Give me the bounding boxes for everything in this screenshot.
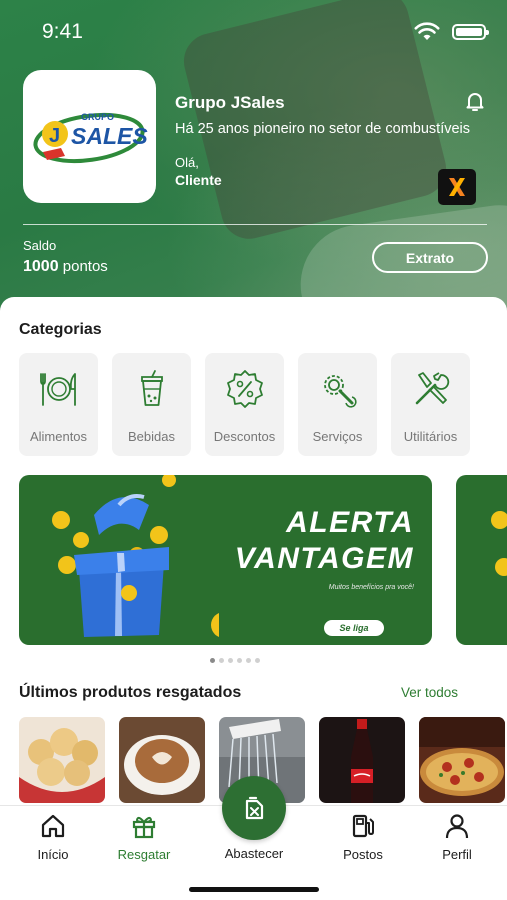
product-card[interactable] (319, 717, 405, 803)
company-logo: J GRUPO SALES (23, 70, 156, 203)
statement-button[interactable]: Extrato (372, 242, 488, 273)
categories-title: Categorias (19, 321, 102, 338)
categories-list: Alimentos Bebidas Descontos Serviços Uti… (19, 353, 470, 456)
fuel-action-button[interactable] (222, 776, 286, 840)
pao-de-queijo-image (19, 717, 105, 803)
nav-label: Resgatar (117, 847, 171, 862)
battery-icon (452, 24, 489, 40)
nav-label-abastecer[interactable]: Abastecer (214, 846, 294, 861)
gas-station-icon (352, 814, 374, 838)
category-servicos[interactable]: Serviços (298, 353, 377, 456)
category-descontos[interactable]: Descontos (205, 353, 284, 456)
user-name: Cliente (175, 172, 222, 188)
fuel-can-icon (245, 796, 264, 820)
nav-label: Início (37, 847, 69, 862)
product-card[interactable] (419, 717, 505, 803)
gear-wrench-icon (324, 375, 357, 408)
promo-banner[interactable]: ALERTA VANTAGEM Muitos benefícios pra vo… (19, 475, 432, 645)
banner-title: ALERTA VANTAGEM (234, 506, 414, 575)
category-label: Serviços (312, 429, 363, 444)
bottom-navigation: Início Resgatar Abastecer Postos Perfil (0, 776, 507, 900)
category-label: Alimentos (29, 429, 88, 444)
carousel-dots (210, 658, 260, 663)
drink-cup-icon (141, 370, 163, 406)
balance-unit: pontos (62, 258, 108, 275)
nav-inicio[interactable]: Início (13, 806, 93, 876)
coca-cola-bottle-image (319, 717, 405, 803)
status-bar: 9:41 (0, 0, 507, 60)
home-icon (41, 814, 65, 838)
user-icon (445, 814, 469, 839)
carousel-dot[interactable] (228, 658, 233, 663)
nav-label: Perfil (442, 847, 472, 862)
header-divider (23, 224, 487, 225)
greeting-label: Olá, (175, 155, 199, 170)
gift-icon (132, 816, 156, 839)
promo-banner-next[interactable] (456, 475, 507, 645)
product-card[interactable] (119, 717, 205, 803)
category-utilitarios[interactable]: Utilitários (391, 353, 470, 456)
balance-label: Saldo (23, 238, 57, 253)
header: 9:41 J GRUPO SALES Grupo JSales Há 25 an… (0, 0, 507, 330)
tools-icon (415, 372, 450, 405)
cappuccino-image (119, 717, 205, 803)
company-tagline: Há 25 anos pioneiro no setor de combustí… (175, 121, 471, 137)
svg-text:SALES: SALES (71, 123, 148, 149)
nav-resgatar[interactable]: Resgatar (104, 806, 184, 876)
partner-app-icon[interactable] (438, 169, 476, 205)
gift-box-illustration (52, 475, 219, 637)
category-label: Utilitários (403, 429, 458, 444)
svg-text:GRUPO: GRUPO (81, 112, 114, 122)
carousel-dot[interactable] (210, 658, 215, 663)
bell-icon[interactable] (463, 89, 487, 113)
carousel-dot[interactable] (255, 658, 260, 663)
category-bebidas[interactable]: Bebidas (112, 353, 191, 456)
category-alimentos[interactable]: Alimentos (19, 353, 98, 456)
status-time: 9:41 (42, 20, 83, 43)
banner-cta-button[interactable]: Se liga (324, 620, 384, 636)
carousel-dot[interactable] (237, 658, 242, 663)
home-indicator (189, 887, 319, 892)
carousel-dot[interactable] (246, 658, 251, 663)
nav-perfil[interactable]: Perfil (417, 806, 497, 876)
banner-subtitle: Muitos benefícios pra você! (328, 584, 414, 591)
svg-text:J: J (49, 125, 60, 147)
cutlery-plate-icon (40, 373, 76, 406)
see-all-link[interactable]: Ver todos (401, 685, 458, 700)
balance-value: 1000 pontos (23, 258, 108, 276)
percent-badge-icon (227, 370, 263, 408)
category-label: Bebidas (128, 429, 175, 444)
wifi-icon (414, 22, 440, 40)
nav-label: Postos (343, 847, 383, 862)
pizza-image (419, 717, 505, 803)
product-card[interactable] (19, 717, 105, 803)
balance-points: 1000 (23, 258, 59, 275)
content-sheet: Categorias Alimentos Bebidas Descontos S… (0, 297, 507, 817)
recent-products-title: Últimos produtos resgatados (19, 684, 242, 701)
x-logo-icon (449, 178, 465, 196)
coins-illustration (491, 511, 507, 576)
carousel-dot[interactable] (219, 658, 224, 663)
jsales-logo-icon: J GRUPO SALES (32, 112, 148, 163)
category-label: Descontos (213, 429, 276, 444)
nav-postos[interactable]: Postos (323, 806, 403, 876)
company-name: Grupo JSales (175, 93, 285, 112)
